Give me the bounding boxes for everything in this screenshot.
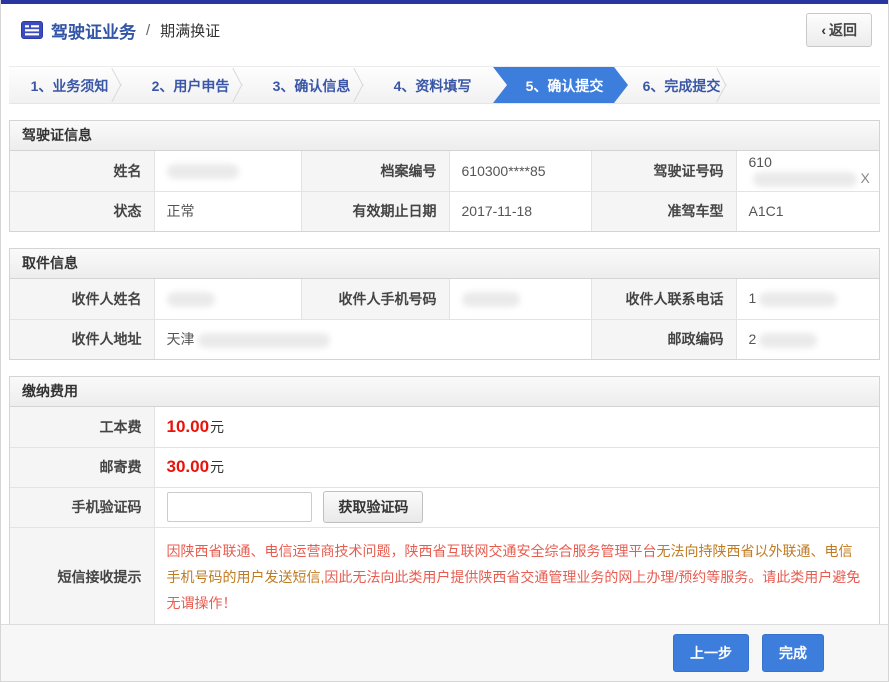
postage-fee-unit: 元 [210, 459, 224, 475]
postal-code-label: 邮政编码 [591, 319, 736, 359]
sms-notice-label: 短信接收提示 [10, 527, 154, 626]
address-prefix: 天津 [167, 331, 195, 347]
back-button-label: 返回 [829, 20, 857, 40]
postal-code-prefix: 2 [749, 331, 757, 347]
recipient-name-label: 收件人姓名 [10, 279, 154, 319]
page: 驾驶证业务 / 期满换证 ‹ 返回 1、业务须知 2、用户申告 3、确认信息 4… [0, 0, 889, 682]
redacted-recipient-name [167, 292, 215, 307]
status-value: 正常 [154, 191, 301, 231]
get-sms-code-button[interactable]: 获取验证码 [323, 491, 423, 523]
redacted-postal-code [759, 333, 817, 348]
table-row: 收件人地址 天津 邮政编码 2 [10, 319, 879, 359]
footer-action-bar: 上一步 完成 [1, 624, 888, 681]
step-4-fill-materials[interactable]: 4、资料填写 [372, 67, 493, 103]
page-header: 驾驶证业务 / 期满换证 ‹ 返回 [1, 4, 888, 56]
address-label: 收件人地址 [10, 319, 154, 359]
step-6-complete-submit[interactable]: 6、完成提交 [614, 67, 735, 103]
work-fee-amount: 10.00 [167, 417, 210, 436]
recipient-tel-label: 收件人联系电话 [591, 279, 736, 319]
table-row: 收件人姓名 收件人手机号码 收件人联系电话 1 [10, 279, 879, 319]
sms-notice-text: 因陕西省联通、电信运营商技术问题，陕西省互联网交通安全综合服务管理平台无法向持陕… [154, 527, 879, 626]
work-fee-unit: 元 [210, 419, 224, 435]
recipient-tel-prefix: 1 [749, 290, 757, 306]
section-license-info: 驾驶证信息 姓名 档案编号 610300****85 驾驶证号码 610 X 状态… [9, 120, 880, 232]
postal-code-value: 2 [736, 319, 879, 359]
table-row: 状态 正常 有效期止日期 2017-11-18 准驾车型 A1C1 [10, 191, 879, 231]
step-2-user-declaration[interactable]: 2、用户申告 [130, 67, 251, 103]
redacted-recipient-tel [759, 292, 837, 307]
work-fee-value: 10.00元 [154, 407, 879, 447]
notice-text-red-1: 因陕西省联通、电信运营商技术问题，陕西省互联网交通安全综合服务管理平台 [167, 543, 657, 559]
section-fees: 缴纳费用 工本费 10.00元 邮寄费 30.00元 手机验证码 获取验证码 短… [9, 376, 880, 627]
vehicle-class-value: A1C1 [736, 191, 879, 231]
step-5-confirm-submit-active[interactable]: 5、确认提交 [493, 67, 628, 103]
expiry-label: 有效期止日期 [301, 191, 449, 231]
redacted-address [198, 333, 330, 348]
postage-fee-label: 邮寄费 [10, 447, 154, 487]
sms-code-cell: 获取验证码 [154, 487, 879, 527]
table-row: 工本费 10.00元 [10, 407, 879, 447]
redacted-recipient-mobile [462, 292, 520, 307]
back-chevron-icon: ‹ [821, 22, 826, 38]
license-no-label: 驾驶证号码 [591, 151, 736, 191]
page-title: 驾驶证业务 [51, 18, 136, 43]
license-no-prefix: 610 [749, 154, 772, 170]
recipient-mobile-value [449, 279, 591, 319]
expiry-value: 2017-11-18 [449, 191, 591, 231]
section-license-title: 驾驶证信息 [10, 121, 879, 151]
vehicle-class-label: 准驾车型 [591, 191, 736, 231]
page-subtitle: 期满换证 [160, 20, 220, 41]
recipient-mobile-label: 收件人手机号码 [301, 279, 449, 319]
table-row: 姓名 档案编号 610300****85 驾驶证号码 610 X [10, 151, 879, 191]
table-row: 邮寄费 30.00元 [10, 447, 879, 487]
recipient-tel-value: 1 [736, 279, 879, 319]
redacted-license-no [753, 172, 857, 187]
breadcrumb: 驾驶证业务 / 期满换证 [21, 18, 806, 43]
license-info-table: 姓名 档案编号 610300****85 驾驶证号码 610 X 状态 正常 有效… [10, 151, 879, 231]
name-value [154, 151, 301, 191]
license-no-suffix: X [861, 170, 870, 186]
pickup-info-table: 收件人姓名 收件人手机号码 收件人联系电话 1 收件人地址 天津 邮政编码 2 [10, 279, 879, 359]
file-no-label: 档案编号 [301, 151, 449, 191]
postage-fee-value: 30.00元 [154, 447, 879, 487]
section-fees-title: 缴纳费用 [10, 377, 879, 407]
sms-code-label: 手机验证码 [10, 487, 154, 527]
step-1-business-notice[interactable]: 1、业务须知 [9, 67, 130, 103]
table-row: 短信接收提示 因陕西省联通、电信运营商技术问题，陕西省互联网交通安全综合服务管理… [10, 527, 879, 626]
postage-fee-amount: 30.00 [167, 457, 210, 476]
redacted-name [167, 164, 239, 179]
finish-button[interactable]: 完成 [762, 634, 824, 672]
form-list-icon [21, 21, 43, 39]
section-pickup-title: 取件信息 [10, 249, 879, 279]
sms-code-input[interactable] [167, 492, 312, 522]
status-label: 状态 [10, 191, 154, 231]
table-row: 手机验证码 获取验证码 [10, 487, 879, 527]
breadcrumb-separator: / [144, 22, 152, 39]
fees-table: 工本费 10.00元 邮寄费 30.00元 手机验证码 获取验证码 短信接收提示… [10, 407, 879, 626]
step-3-confirm-info[interactable]: 3、确认信息 [251, 67, 372, 103]
step-wizard-bar: 1、业务须知 2、用户申告 3、确认信息 4、资料填写 5、确认提交 6、完成提… [9, 66, 880, 104]
recipient-name-value [154, 279, 301, 319]
back-button[interactable]: ‹ 返回 [806, 13, 872, 47]
license-no-value: 610 X [736, 151, 879, 191]
previous-step-button[interactable]: 上一步 [673, 634, 749, 672]
section-pickup-info: 取件信息 收件人姓名 收件人手机号码 收件人联系电话 1 收件人地址 天津 邮政… [9, 248, 880, 360]
work-fee-label: 工本费 [10, 407, 154, 447]
file-no-value: 610300****85 [449, 151, 591, 191]
step-bar-filler [735, 67, 880, 103]
name-label: 姓名 [10, 151, 154, 191]
address-value: 天津 [154, 319, 591, 359]
